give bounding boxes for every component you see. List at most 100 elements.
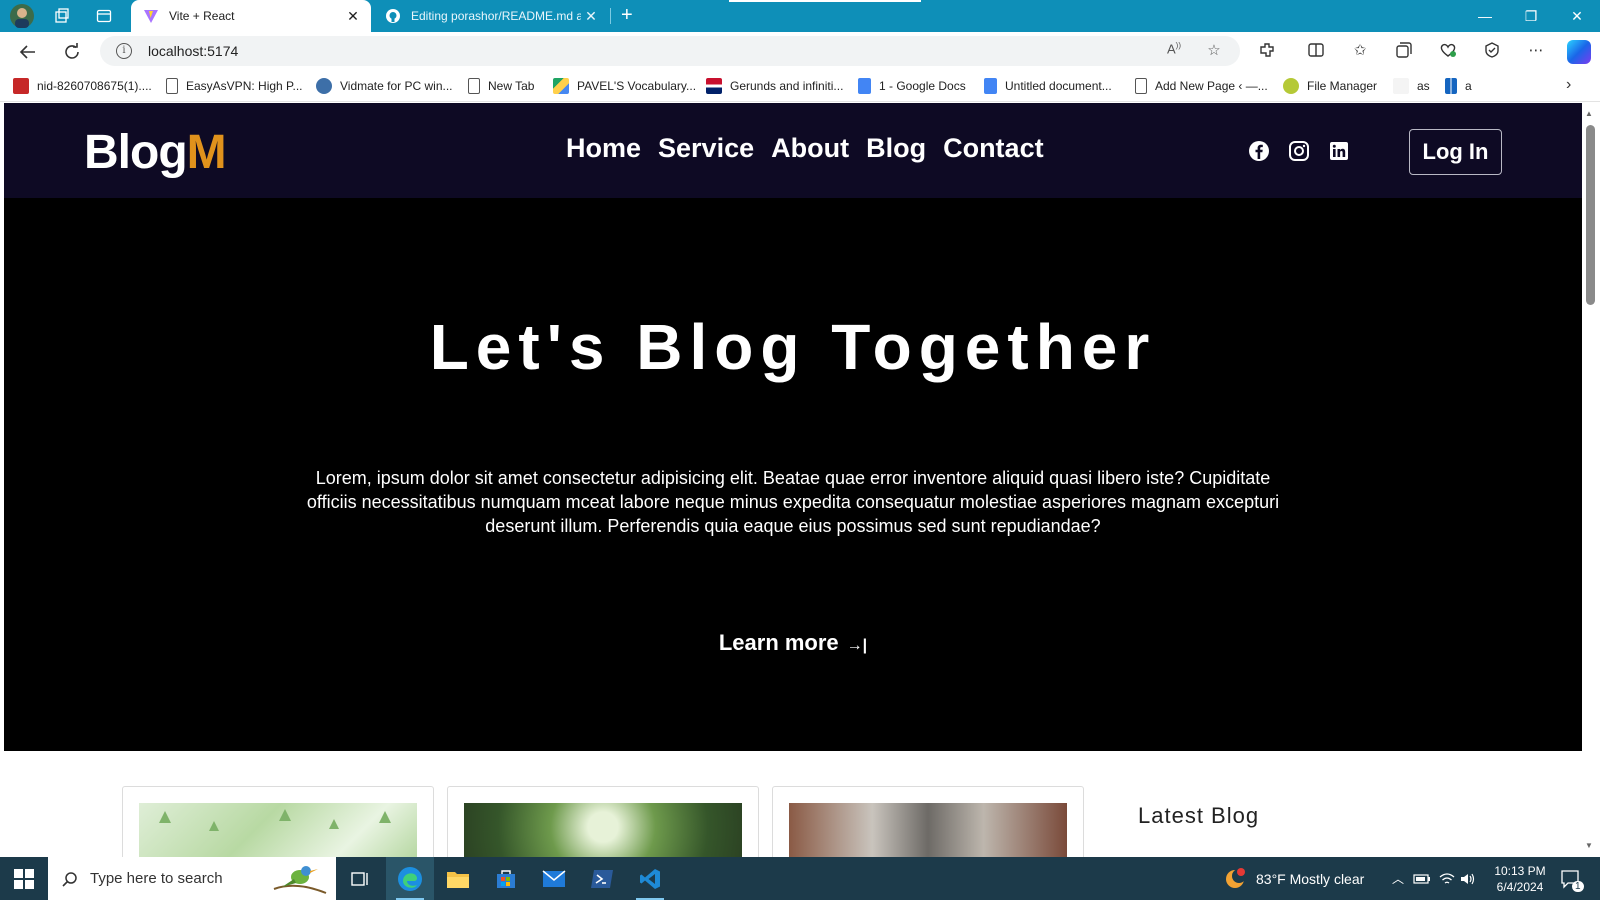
collections-icon[interactable] <box>1393 41 1415 63</box>
back-button[interactable] <box>14 38 42 66</box>
vite-icon <box>143 8 159 24</box>
bookmark-item[interactable]: as <box>1393 77 1430 95</box>
browser-essentials-icon[interactable] <box>1437 41 1459 63</box>
bookmark-item[interactable]: nid-8260708675(1).... <box>13 77 152 95</box>
favorite-star-icon[interactable]: ☆ <box>1204 41 1224 61</box>
split-screen-icon[interactable] <box>1305 41 1327 63</box>
taskbar: Type here to search 83°F Mostly clear ︿ … <box>0 857 1600 900</box>
nav-home[interactable]: Home <box>566 133 641 164</box>
bookmark-item[interactable]: File Manager <box>1283 77 1377 95</box>
trello-icon <box>1445 78 1457 94</box>
read-aloud-icon[interactable]: A)) <box>1164 41 1184 61</box>
search-placeholder: Type here to search <box>90 870 223 887</box>
vscode-icon[interactable] <box>626 857 674 900</box>
nav-service[interactable]: Service <box>658 133 754 164</box>
uk-flag-icon <box>706 78 722 94</box>
bookmark-item[interactable]: New Tab <box>468 77 534 95</box>
blog-card[interactable] <box>772 786 1084 857</box>
refresh-button[interactable] <box>58 38 86 66</box>
scrollbar-thumb[interactable] <box>1586 125 1595 305</box>
close-tab-icon[interactable]: ✕ <box>343 8 363 25</box>
close-tab-icon[interactable]: ✕ <box>581 8 601 25</box>
blog-card-image <box>464 803 742 857</box>
windows-start-icon[interactable] <box>14 869 34 889</box>
scroll-down-icon[interactable]: ▼ <box>1585 841 1593 850</box>
settings-more-icon[interactable]: ⋯ <box>1525 41 1547 63</box>
site-logo[interactable]: BlogM <box>84 125 227 180</box>
show-hidden-icons-chevron-icon[interactable]: ︿ <box>1392 857 1404 900</box>
site-info-icon[interactable]: i <box>116 43 132 59</box>
address-toolbar: i localhost:5174 A)) ☆ ✩ ⋯ <box>0 32 1600 70</box>
scroll-up-icon[interactable]: ▲ <box>1585 109 1593 118</box>
google-docs-icon <box>984 78 997 94</box>
wordpress-icon <box>316 78 332 94</box>
linkedin-icon[interactable] <box>1328 140 1350 162</box>
chevron-right-icon[interactable]: › <box>1566 76 1571 94</box>
facebook-icon[interactable] <box>1248 140 1270 162</box>
blog-card[interactable] <box>447 786 759 857</box>
performance-icon[interactable] <box>1481 41 1503 63</box>
google-drive-icon <box>553 78 569 94</box>
hero-section: Let's Blog Together Lorem, ipsum dolor s… <box>4 198 1582 751</box>
bookmark-item[interactable]: Gerunds and infiniti... <box>706 77 843 95</box>
new-tab-button[interactable]: + <box>621 4 633 27</box>
tab-github-readme[interactable]: Editing porashor/README.md at ✕ <box>373 0 609 32</box>
battery-icon[interactable] <box>1413 857 1431 900</box>
arrow-right-icon: →| <box>846 637 868 654</box>
taskbar-clock[interactable]: 10:13 PM 6/4/2024 <box>1480 863 1560 895</box>
favorites-icon[interactable]: ✩ <box>1349 41 1371 63</box>
instagram-icon[interactable] <box>1288 140 1310 162</box>
page-scrollbar[interactable]: ▲ ▼ <box>1582 103 1600 857</box>
restore-button[interactable]: ❐ <box>1508 0 1554 32</box>
nav-about[interactable]: About <box>771 133 849 164</box>
search-highlight-bird-icon <box>273 866 327 894</box>
learn-more-link[interactable]: Learn more →| <box>4 630 1582 656</box>
taskbar-search[interactable]: Type here to search <box>48 857 336 900</box>
weather-text: 83°F Mostly clear <box>1256 870 1365 887</box>
bookmark-item[interactable]: 1 - Google Docs <box>858 77 966 95</box>
tab-vite-react[interactable]: Vite + React ✕ <box>131 0 371 32</box>
latest-blog-heading: Latest Blog <box>1138 803 1260 828</box>
tab-actions-icon[interactable] <box>92 5 116 27</box>
page-icon <box>468 78 480 94</box>
address-bar[interactable]: i localhost:5174 A)) ☆ <box>100 36 1240 66</box>
blog-card[interactable] <box>122 786 434 857</box>
mail-icon[interactable] <box>530 857 578 900</box>
pdf-icon <box>13 78 29 94</box>
minimize-button[interactable]: — <box>1462 0 1508 32</box>
tab-strip: Vite + React ✕ Editing porashor/README.m… <box>0 0 1600 32</box>
bookmark-item[interactable]: EasyAsVPN: High P... <box>166 77 303 95</box>
bookmark-item[interactable]: a <box>1445 77 1472 95</box>
tab-title: Editing porashor/README.md at <box>411 9 581 23</box>
file-explorer-icon[interactable] <box>434 857 482 900</box>
bookmark-item[interactable]: Vidmate for PC win... <box>316 77 453 95</box>
login-button[interactable]: Log In <box>1409 129 1502 175</box>
bookmarks-bar: nid-8260708675(1).... EasyAsVPN: High P.… <box>0 70 1600 102</box>
edge-taskbar-icon[interactable] <box>386 857 434 900</box>
clock-date: 6/4/2024 <box>1496 880 1544 894</box>
bookmark-item[interactable]: Untitled document... <box>984 77 1112 95</box>
main-nav: Home Service About Blog Contact <box>566 133 1044 164</box>
volume-icon[interactable] <box>1460 857 1476 900</box>
powershell-icon[interactable] <box>578 857 626 900</box>
page-viewport: BlogM Home Service About Blog Contact Lo… <box>4 103 1582 857</box>
blank-icon <box>1393 78 1409 94</box>
wifi-icon[interactable] <box>1439 857 1455 900</box>
copilot-icon[interactable] <box>1567 40 1591 64</box>
address-url[interactable]: localhost:5174 <box>148 43 238 59</box>
hero-description: Lorem, ipsum dolor sit amet consectetur … <box>306 468 1280 536</box>
nav-contact[interactable]: Contact <box>943 133 1044 164</box>
task-view-icon[interactable] <box>336 857 384 900</box>
nav-blog[interactable]: Blog <box>866 133 926 164</box>
hero-title: Let's Blog Together <box>429 311 1157 383</box>
extensions-icon[interactable] <box>1256 41 1278 63</box>
notification-count-badge: 1 <box>1572 881 1584 892</box>
close-window-button[interactable]: ✕ <box>1554 0 1600 32</box>
bookmark-item[interactable]: Add New Page ‹ —... <box>1135 77 1268 95</box>
notifications-icon[interactable]: 1 <box>1560 857 1584 900</box>
profile-avatar[interactable] <box>9 3 35 29</box>
bookmark-item[interactable]: PAVEL'S Vocabulary... <box>553 77 696 95</box>
workspaces-icon[interactable] <box>50 5 74 27</box>
microsoft-store-icon[interactable] <box>482 857 530 900</box>
weather-widget[interactable]: 83°F Mostly clear <box>1224 857 1364 900</box>
